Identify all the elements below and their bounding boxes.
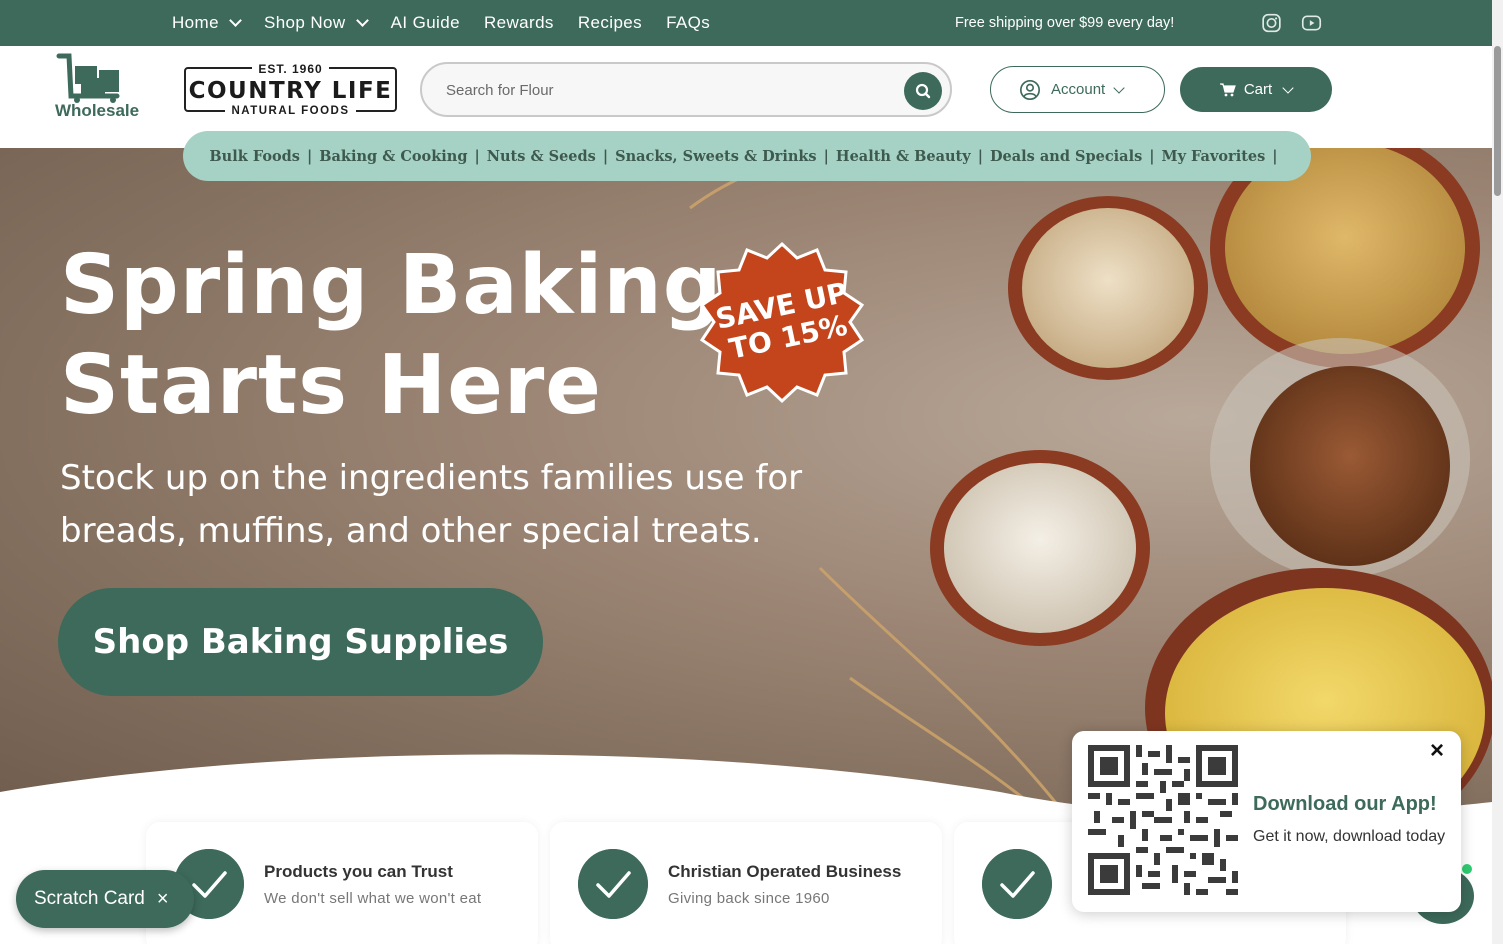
logo-sub: NATURAL FOODS [186,105,395,117]
search-icon [915,83,931,99]
chevron-down-icon [1282,81,1294,94]
user-icon [1020,79,1040,100]
category-separator: | [823,147,829,165]
shipping-promo: Free shipping over $99 every day! [955,15,1175,31]
nav-home-label: Home [172,13,219,32]
qr-code [1088,745,1238,895]
nav-shop-now[interactable]: Shop Now [263,13,369,33]
chevron-down-icon [229,14,242,27]
cart-button[interactable]: Cart [1180,67,1332,112]
logo-est: EST. 1960 [186,62,395,76]
category-separator: | [306,147,313,165]
online-status-dot [1460,862,1474,876]
download-app-subtitle: Get it now, download today [1253,828,1446,845]
scratch-card-label: Scratch Card [34,888,145,909]
category-snacks-sweets-drinks[interactable]: Snacks, Sweets & Drinks [615,148,816,165]
search-button[interactable] [904,72,942,110]
checkmark-icon [578,849,648,919]
country-life-logo[interactable]: EST. 1960 COUNTRY LIFE NATURAL FOODS [184,62,397,117]
nav-recipes-label: Recipes [577,13,643,32]
nav-shop-now-label: Shop Now [263,13,346,32]
hero-title: Spring Baking Starts Here [60,236,722,436]
category-health-beauty[interactable]: Health & Beauty [836,148,971,165]
nav-faqs-label: FAQs [666,13,711,32]
nav-ai-guide[interactable]: AI Guide [391,13,460,33]
category-separator: | [977,147,983,165]
hero-title-line2: Starts Here [60,338,602,433]
feature-title: Christian Operated Business [668,862,902,881]
download-app-title: Download our App! [1253,793,1437,815]
category-my-favorites[interactable]: My Favorites [1162,148,1266,165]
top-bar: Home Shop Now AI Guide Rewards Recipes F… [0,0,1503,46]
top-nav: Home Shop Now AI Guide Rewards Recipes F… [172,0,710,46]
hero-title-line1: Spring Baking [60,238,723,333]
category-separator: | [602,147,609,165]
nav-recipes[interactable]: Recipes [578,13,642,33]
feature-title: Products you can Trust [264,862,453,881]
close-icon[interactable]: × [1430,737,1444,765]
category-separator: | [1149,147,1155,165]
feature-subtitle: Giving back since 1960 [668,890,830,907]
close-icon[interactable]: × [157,888,169,911]
feature-card-christian: Christian Operated Business Giving back … [550,822,942,944]
scrollbar-thumb[interactable] [1494,46,1501,196]
category-separator: | [474,147,480,165]
shop-baking-supplies-button[interactable]: Shop Baking Supplies [58,588,543,696]
nav-ai-guide-label: AI Guide [390,13,460,32]
search-bar [420,62,952,117]
logo-name: COUNTRY LIFE [188,78,393,104]
category-bulk-foods[interactable]: Bulk Foods [209,148,300,165]
search-input[interactable] [446,78,866,102]
feature-subtitle: We don't sell what we won't eat [264,890,482,907]
cart-label: Cart [1243,81,1273,98]
wholesale-label[interactable]: Wholesale [55,101,139,121]
download-app-popup: Download our App! Get it now, download t… [1072,731,1461,912]
category-bar: Bulk Foods | Baking & Cooking | Nuts & See… [183,131,1311,181]
nav-faqs[interactable]: FAQs [666,13,710,33]
checkmark-icon [982,849,1052,919]
cart-icon [1219,82,1236,96]
scratch-card-button[interactable]: Scratch Card × [16,870,194,928]
hero-subtitle: Stock up on the ingredients families use… [60,458,803,551]
chevron-down-icon [1113,81,1125,94]
category-deals-specials[interactable]: Deals and Specials [990,148,1142,165]
category-nuts-seeds[interactable]: Nuts & Seeds [487,148,596,165]
instagram-icon[interactable] [1261,13,1282,33]
chevron-down-icon [355,14,369,27]
category-separator: | [1272,147,1278,165]
nav-rewards[interactable]: Rewards [484,13,554,33]
account-label: Account [1051,81,1106,98]
category-baking-cooking[interactable]: Baking & Cooking [319,148,467,165]
feature-card-trust: Products you can Trust We don't sell wha… [146,822,538,944]
nav-rewards-label: Rewards [483,13,554,32]
nav-home[interactable]: Home [172,13,242,33]
account-button[interactable]: Account [990,66,1165,113]
youtube-icon[interactable] [1301,13,1322,33]
